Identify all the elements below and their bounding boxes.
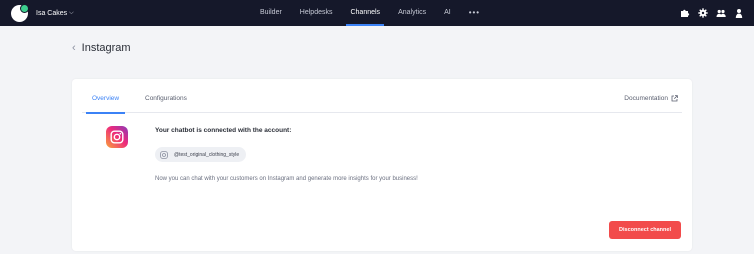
tab-overview[interactable]: Overview — [85, 95, 126, 114]
documentation-link[interactable]: Documentation — [624, 95, 678, 102]
puzzle-icon[interactable] — [680, 8, 690, 18]
back-chevron-icon[interactable]: ‹ — [72, 42, 76, 54]
team-icon[interactable] — [716, 8, 726, 18]
tab-configurations[interactable]: Configurations — [145, 95, 187, 102]
workspace-switcher[interactable]: Isa Cakes ⌵ — [11, 0, 74, 26]
channel-tabs: Overview Configurations Documentation — [82, 91, 682, 114]
workspace-logo — [11, 3, 29, 22]
nav-ai[interactable]: AI — [444, 0, 451, 26]
info-text: Now you can chat with your customers on … — [155, 176, 418, 182]
page-title: Instagram — [81, 42, 131, 54]
instagram-logo-icon — [106, 126, 128, 148]
nav-channels[interactable]: Channels — [346, 0, 384, 26]
workspace-name: Isa Cakes — [36, 9, 68, 17]
documentation-label: Documentation — [624, 95, 668, 102]
topbar-actions — [672, 0, 744, 26]
gear-icon[interactable] — [698, 8, 708, 18]
top-navigation-bar: Isa Cakes ⌵ Builder Helpdesks Channels A… — [0, 0, 754, 26]
user-icon[interactable] — [734, 8, 744, 18]
chevron-down-icon: ⌵ — [69, 9, 74, 16]
page-header: ‹ Instagram — [72, 42, 131, 54]
channel-card: Overview Configurations Documentation Yo… — [72, 79, 692, 251]
account-handle: @test_original_clothing_style — [174, 151, 240, 158]
nav-analytics[interactable]: Analytics — [398, 0, 426, 26]
account-chip: @test_original_clothing_style — [155, 147, 247, 162]
external-link-icon — [671, 95, 678, 102]
more-menu-icon[interactable]: ••• — [469, 0, 480, 26]
instagram-icon — [160, 150, 168, 159]
disconnect-channel-button[interactable]: Disconnect channel — [609, 221, 681, 239]
nav-builder[interactable]: Builder — [260, 0, 282, 26]
nav-helpdesks[interactable]: Helpdesks — [300, 0, 333, 26]
main-nav: Builder Helpdesks Channels Analytics AI … — [260, 0, 480, 26]
connection-status-text: Your chatbot is connected with the accou… — [155, 127, 292, 134]
